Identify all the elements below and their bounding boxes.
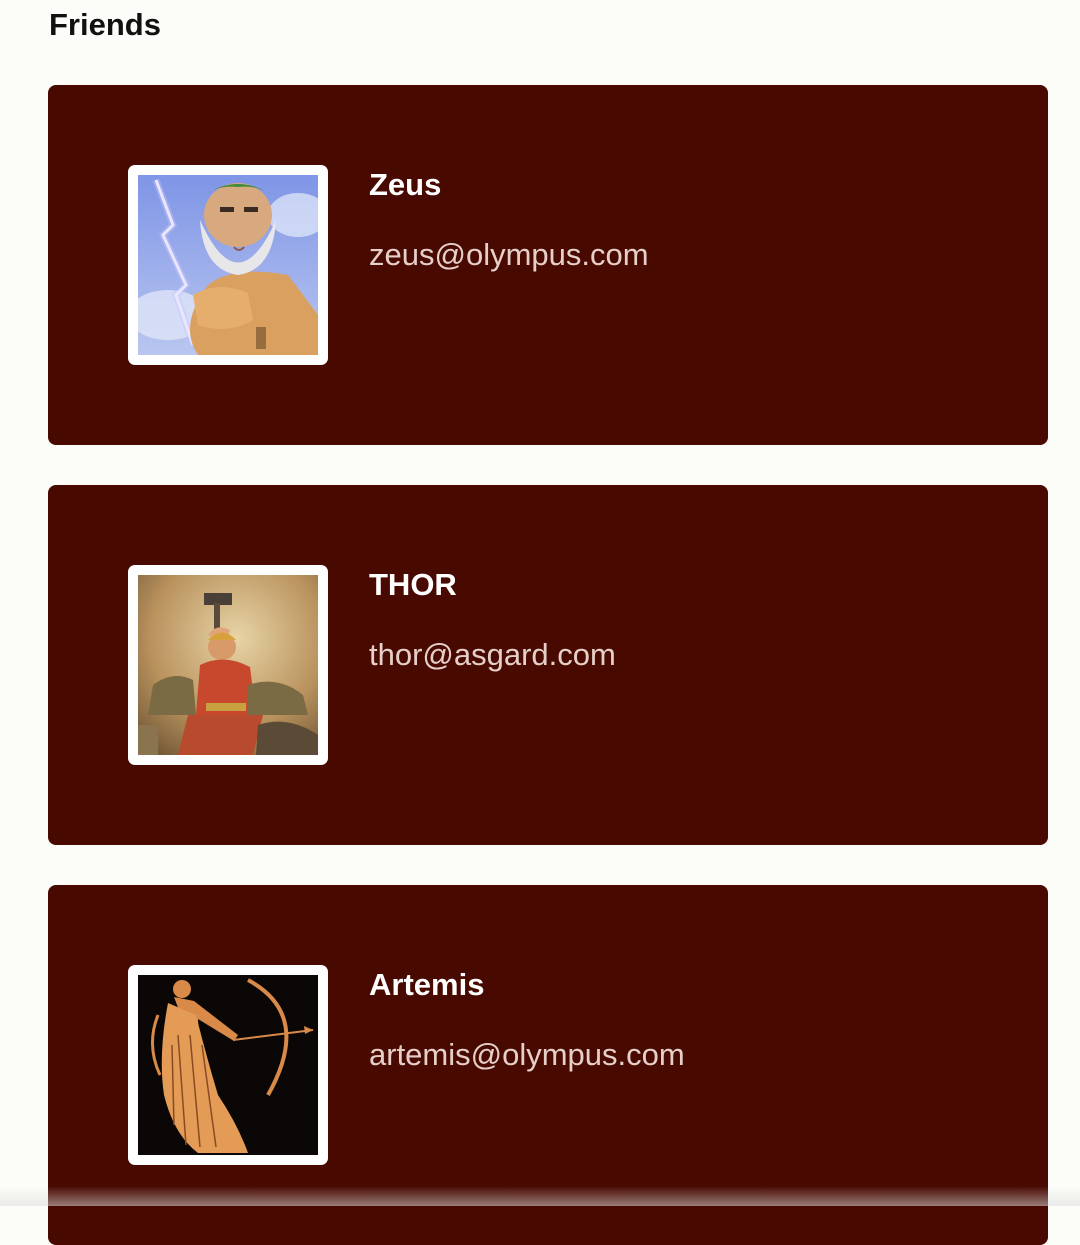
thor-portrait-icon (138, 575, 318, 755)
friend-name: THOR (369, 567, 457, 602)
avatar[interactable] (128, 165, 328, 365)
friend-card[interactable]: THOR thor@asgard.com (48, 485, 1048, 845)
avatar[interactable] (128, 565, 328, 765)
page-title: Friends (49, 7, 161, 42)
friend-name: Artemis (369, 967, 485, 1002)
friend-email-link[interactable]: zeus@olympus.com (369, 235, 649, 275)
friend-card[interactable]: Artemis artemis@olympus.com (48, 885, 1048, 1245)
friend-name: Zeus (369, 167, 442, 202)
artemis-portrait-icon (138, 975, 318, 1155)
friend-email-link[interactable]: artemis@olympus.com (369, 1035, 685, 1075)
zeus-portrait-icon (138, 175, 318, 355)
avatar[interactable] (128, 965, 328, 1165)
friend-card[interactable]: Zeus zeus@olympus.com (48, 85, 1048, 445)
friend-email-link[interactable]: thor@asgard.com (369, 635, 616, 675)
